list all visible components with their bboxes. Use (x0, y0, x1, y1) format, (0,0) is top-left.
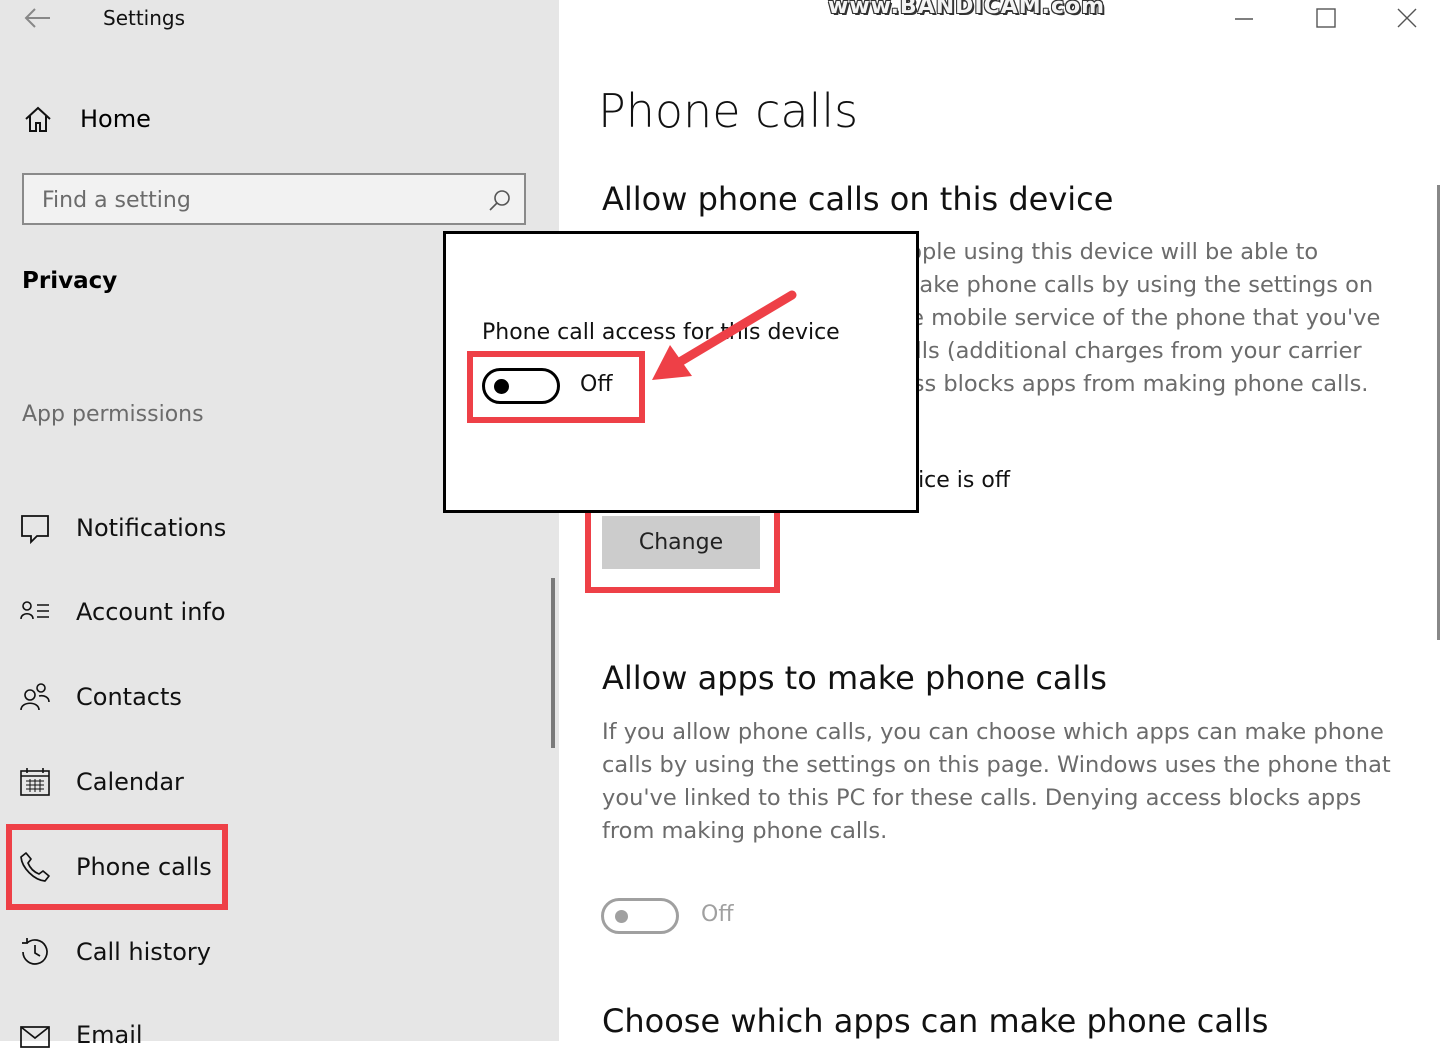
apps-phone-calls-toggle[interactable] (601, 898, 679, 934)
main-scrollbar[interactable] (1437, 185, 1440, 640)
home-icon (25, 106, 51, 132)
close-icon[interactable] (1377, 2, 1437, 34)
sidebar-scrollbar[interactable] (551, 578, 555, 748)
sidebar-item-account-info[interactable]: Account info (18, 590, 538, 634)
sidebar-item-label: Call history (76, 938, 211, 966)
apps-toggle-label: Off (701, 902, 734, 927)
sidebar-item-label: Contacts (76, 683, 182, 711)
device-status-text: Phone call access for this device is off (918, 468, 1010, 493)
recording-watermark: www.BANDICAM.com (828, 0, 1106, 19)
device-description: If you allow phone calls, people using t… (918, 239, 1381, 397)
sidebar-item-email[interactable]: Email (18, 1013, 538, 1057)
phone-calls-highlight-box (6, 824, 228, 910)
permissions-heading: App permissions (22, 402, 204, 427)
device-description-clip: If you allow phone calls, people using t… (918, 236, 1418, 406)
search-box[interactable] (22, 173, 526, 225)
email-icon (20, 1026, 50, 1048)
home-label: Home (80, 105, 151, 133)
maximize-icon[interactable] (1296, 2, 1356, 34)
section-heading-choose-apps: Choose which apps can make phone calls (602, 1002, 1269, 1040)
device-status-clip: Phone call access for this device is off (918, 468, 1118, 504)
toggle-knob (615, 910, 628, 923)
history-icon (22, 938, 48, 965)
sidebar-item-label: Email (76, 1021, 143, 1049)
section-title: Privacy (22, 268, 118, 294)
sidebar-item-call-history[interactable]: Call history (18, 930, 538, 974)
account-info-icon (20, 601, 49, 620)
sidebar-item-label: Notifications (76, 514, 227, 542)
apps-description: If you allow phone calls, you can choose… (602, 719, 1391, 844)
notifications-icon (21, 515, 49, 545)
minimize-icon[interactable] (1214, 2, 1274, 34)
toggle-highlight-box (467, 351, 645, 423)
sidebar-item-label: Account info (76, 598, 226, 626)
search-input[interactable] (24, 175, 484, 225)
section-heading-allow-device: Allow phone calls on this device (602, 180, 1114, 218)
sidebar-item-calendar[interactable]: Calendar (18, 760, 538, 804)
sidebar-item-contacts[interactable]: Contacts (18, 675, 538, 719)
calendar-icon (20, 768, 50, 796)
page-title: Phone calls (598, 84, 859, 138)
section-heading-allow-apps: Allow apps to make phone calls (602, 659, 1107, 697)
contacts-icon (20, 683, 50, 711)
search-icon[interactable] (488, 188, 512, 212)
app-title: Settings (103, 6, 186, 30)
home-nav-item[interactable]: Home (22, 101, 151, 137)
sidebar-item-label: Calendar (76, 768, 184, 796)
red-pointer-arrow-icon (652, 290, 797, 380)
back-arrow-icon[interactable] (22, 6, 52, 30)
